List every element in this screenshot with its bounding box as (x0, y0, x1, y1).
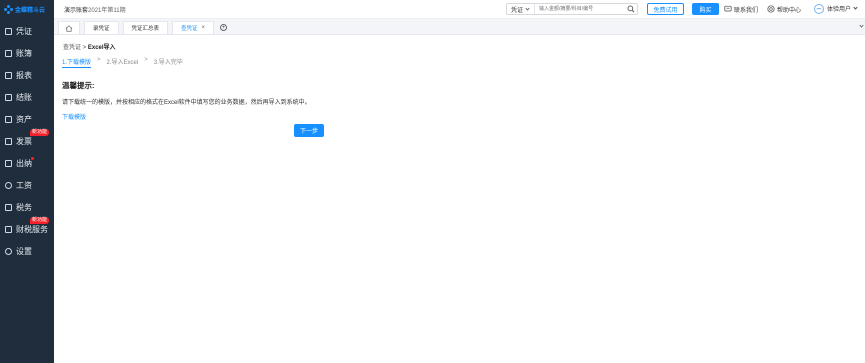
import-steps: 1.下载模版 > 2.导入Excel > 3.导入完毕 (62, 57, 183, 68)
sidebar-item-voucher[interactable]: 凭证 (0, 20, 54, 42)
tips-body: 请下载统一的模版，并按相应的格式在Excel软件中填写您的业务数据，然后再导入到… (62, 100, 311, 106)
chevron-down-icon[interactable] (859, 23, 864, 28)
search-input[interactable] (535, 4, 625, 14)
logo-text: 金蝶精斗云 (15, 8, 46, 14)
search-icon[interactable] (625, 4, 637, 14)
logo[interactable]: 金蝶精斗云 (0, 0, 54, 19)
tab-bar: 录凭证 凭证汇总表 查凭证 × + (54, 19, 865, 35)
breadcrumb-separator: > (82, 45, 87, 51)
sidebar-item-salary[interactable]: 工资 (0, 174, 54, 196)
notification-dot (31, 157, 34, 160)
breadcrumb: 查凭证 > Excel导入 (63, 42, 116, 51)
cashier-icon (5, 159, 12, 167)
search-category-value: 凭证 (511, 7, 524, 14)
close-icon[interactable]: × (202, 25, 206, 31)
sidebar-item-invoice[interactable]: 发票 新功能 (0, 129, 54, 152)
help-icon (767, 5, 775, 13)
avatar (814, 3, 824, 14)
voucher-icon (5, 27, 12, 35)
step-import-excel: 2.导入Excel (106, 60, 139, 66)
tab-label: 凭证汇总表 (131, 26, 160, 32)
main-content: 查凭证 > Excel导入 1.下载模版 > 2.导入Excel > 3.导入完… (54, 36, 865, 363)
sidebar-item-label: 设置 (16, 246, 32, 256)
sidebar-item-tax[interactable]: 税务 (0, 196, 54, 218)
sidebar-item-asset[interactable]: 资产 (0, 108, 54, 130)
sidebar-item-label: 发票 (16, 136, 32, 146)
tab-label: 查凭证 (181, 26, 198, 32)
ledger-icon (5, 49, 12, 57)
step-download-template: 1.下载模版 (62, 57, 92, 68)
sidebar-nav: 凭证 账簿 报表 结账 资产 发票 新功能 出纳 工资 税务 财税服务 新功能 … (0, 20, 54, 262)
breadcrumb-parent[interactable]: 查凭证 (63, 45, 81, 51)
sidebar-item-label: 财税服务 (16, 224, 48, 234)
logo-mark-icon (4, 5, 13, 14)
search-box: 凭证 (506, 3, 638, 15)
sidebar-item-cashier[interactable]: 出纳 (0, 152, 54, 174)
tax-icon (5, 203, 12, 211)
new-feature-badge: 新功能 (30, 217, 50, 224)
help-center-label: 帮助中心 (777, 7, 802, 14)
sidebar-item-close-account[interactable]: 结账 (0, 86, 54, 108)
sidebar-item-label: 资产 (16, 114, 32, 124)
asset-icon (5, 115, 12, 123)
sidebar: 金蝶精斗云 凭证 账簿 报表 结账 资产 发票 新功能 出纳 工资 税务 财税服… (0, 0, 54, 363)
plus-icon: + (220, 24, 228, 31)
account-name: 演示账套 (64, 7, 89, 14)
contact-us-label: 联系我们 (734, 7, 759, 14)
download-template-link[interactable]: 下载模版 (62, 112, 86, 121)
top-header: 演示账套2021年第11期 凭证 免费试用 购买 联系我们 帮助中心 体验用户 (54, 0, 865, 19)
user-name: 体验用户 (827, 7, 852, 13)
sidebar-item-finance-service[interactable]: 财税服务 新功能 (0, 217, 54, 240)
step-separator: > (97, 57, 101, 63)
tab-voucher-summary[interactable]: 凭证汇总表 (122, 21, 169, 34)
buy-button[interactable]: 购买 (692, 3, 719, 15)
tab-home[interactable] (58, 21, 80, 34)
sidebar-item-label: 税务 (16, 202, 32, 212)
tab-record-voucher[interactable]: 录凭证 (84, 21, 119, 34)
step-import-complete: 3.导入完毕 (153, 60, 183, 66)
settings-icon (5, 247, 12, 255)
sidebar-item-label: 凭证 (16, 26, 32, 36)
contact-us-link[interactable]: 联系我们 (724, 3, 758, 15)
step-separator: > (144, 57, 148, 63)
chat-icon (724, 5, 732, 12)
sidebar-item-report[interactable]: 报表 (0, 64, 54, 86)
sidebar-item-label: 报表 (16, 70, 32, 80)
free-trial-button[interactable]: 免费试用 (647, 3, 684, 15)
sidebar-item-settings[interactable]: 设置 (0, 240, 54, 262)
sidebar-item-label: 结账 (16, 92, 32, 102)
chevron-down-icon (525, 5, 530, 11)
new-feature-badge: 新功能 (30, 129, 50, 136)
chevron-down-icon (853, 5, 858, 10)
tab-query-voucher[interactable]: 查凭证 × (172, 21, 215, 34)
app-root: 金蝶精斗云 凭证 账簿 报表 结账 资产 发票 新功能 出纳 工资 税务 财税服… (0, 0, 865, 363)
tab-label: 录凭证 (93, 26, 110, 32)
invoice-icon (5, 137, 12, 145)
next-step-button[interactable]: 下一步 (294, 124, 324, 137)
home-icon (65, 24, 73, 32)
finance-service-icon (5, 225, 12, 233)
add-tab-button[interactable]: + (220, 21, 228, 34)
account-selector[interactable]: 演示账套2021年第11期 (64, 5, 126, 14)
close-account-icon (5, 93, 12, 101)
breadcrumb-current: Excel导入 (87, 45, 116, 51)
tips-title: 温馨提示: (62, 81, 95, 90)
user-menu[interactable]: 体验用户 (814, 2, 858, 15)
search-category-select[interactable]: 凭证 (507, 4, 535, 14)
sidebar-item-label: 出纳 (16, 158, 32, 168)
report-icon (5, 71, 12, 79)
help-center-link[interactable]: 帮助中心 (767, 3, 801, 15)
sidebar-item-label: 账簿 (16, 48, 32, 58)
account-period: 2021年第11期 (88, 7, 126, 14)
salary-icon (5, 181, 12, 189)
sidebar-item-label: 工资 (16, 180, 32, 190)
sidebar-item-ledger[interactable]: 账簿 (0, 42, 54, 64)
